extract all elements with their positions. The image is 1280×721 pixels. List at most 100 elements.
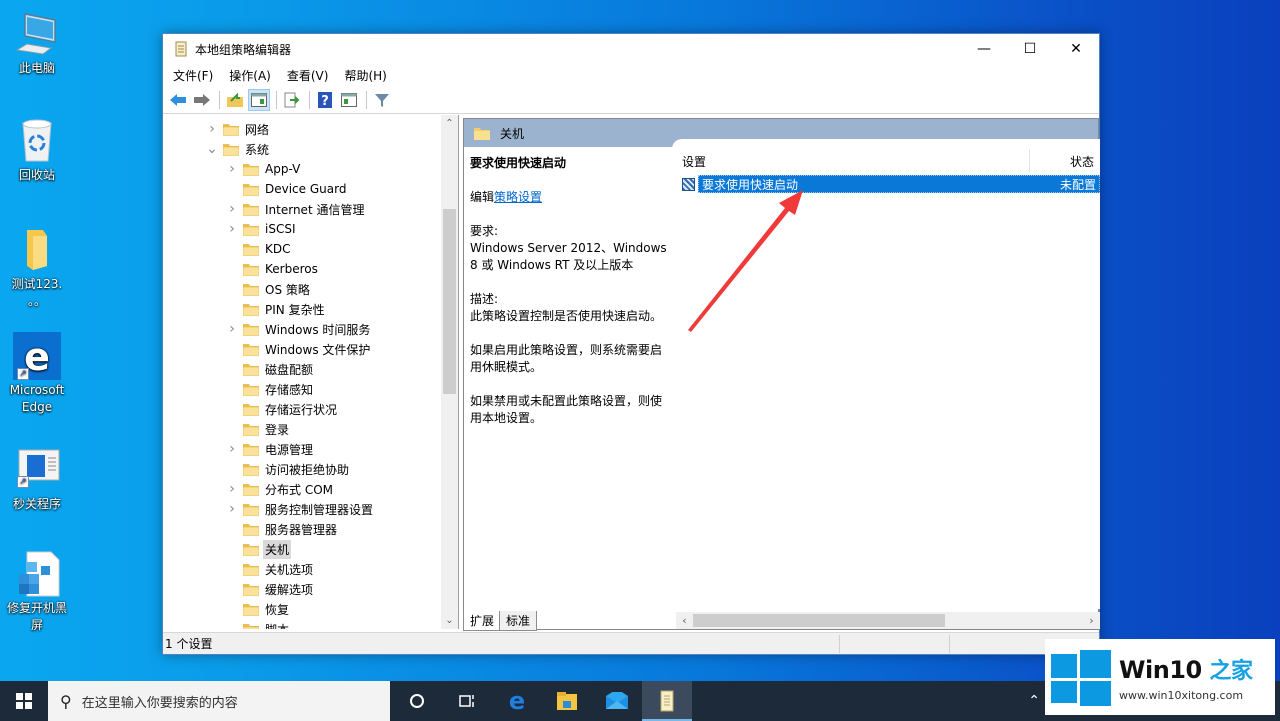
selected-row[interactable]: 要求使用快速启动 未配置 <box>698 175 1100 193</box>
collapse-chevron-icon[interactable]: ⌄ <box>205 141 219 157</box>
task-view-button[interactable] <box>442 681 492 721</box>
tree-item[interactable]: › Internet 通信管理 <box>225 199 364 219</box>
cortana-button[interactable] <box>392 681 442 721</box>
expand-chevron-icon[interactable]: › <box>205 121 219 137</box>
start-button[interactable] <box>0 681 48 721</box>
tree-item[interactable]: 脚本 <box>225 619 289 629</box>
tree-item[interactable]: 缓解选项 <box>225 579 313 599</box>
tree-item[interactable]: › 电源管理 <box>225 439 313 459</box>
title-bar[interactable]: 本地组策略编辑器 — ☐ ✕ <box>163 34 1099 64</box>
tree-item[interactable]: 关机选项 <box>225 559 313 579</box>
tree-item[interactable]: › Windows 时间服务 <box>225 319 370 339</box>
edit-policy-link[interactable]: 策略设置 <box>494 190 542 204</box>
tree-item[interactable]: KDC <box>225 239 291 259</box>
tree-item-label: 登录 <box>265 422 290 437</box>
expand-chevron-icon[interactable]: › <box>225 501 239 517</box>
mail-button[interactable] <box>592 681 642 721</box>
column-header-state[interactable]: 状态 <box>1030 153 1100 170</box>
expand-chevron-icon[interactable]: › <box>225 441 239 457</box>
tree-item[interactable]: › iSCSI <box>225 219 295 239</box>
help-button[interactable]: ? <box>314 89 336 111</box>
folder-icon <box>242 363 260 376</box>
close-button[interactable]: ✕ <box>1053 34 1099 64</box>
folder-icon <box>242 603 260 616</box>
menu-help[interactable]: 帮助(H) <box>336 67 394 84</box>
menu-action[interactable]: 操作(A) <box>221 67 279 84</box>
scroll-left-arrow-icon[interactable]: ‹ <box>676 612 693 629</box>
tree-item[interactable]: PIN 复杂性 <box>225 299 325 319</box>
desktop-icon-test-folder[interactable]: 测试123. 。。 <box>4 226 70 310</box>
registry-file-icon <box>13 550 61 598</box>
minimize-button[interactable]: — <box>961 34 1007 64</box>
file-explorer-icon <box>557 692 577 710</box>
column-header-setting[interactable]: 设置 <box>682 149 1030 173</box>
tree-item[interactable]: Kerberos <box>225 259 318 279</box>
tree-item[interactable]: 服务器管理器 <box>225 519 337 539</box>
desktop-icon-this-pc[interactable]: 此电脑 <box>4 10 70 77</box>
expand-chevron-icon[interactable]: › <box>225 321 239 337</box>
desktop-icon-recycle-bin[interactable]: 回收站 <box>4 117 70 184</box>
tree-item[interactable]: › 服务控制管理器设置 <box>225 499 373 519</box>
maximize-button[interactable]: ☐ <box>1007 34 1053 64</box>
up-folder-icon <box>227 92 243 107</box>
tree-item[interactable]: 关机 <box>225 539 292 559</box>
folder-icon <box>242 483 260 496</box>
filter-button[interactable] <box>371 89 393 111</box>
tree-item[interactable]: › App-V <box>225 159 300 179</box>
forward-button[interactable] <box>191 89 213 111</box>
menu-file[interactable]: 文件(F) <box>165 67 221 84</box>
tree-item[interactable]: 访问被拒绝协助 <box>225 459 349 479</box>
group-policy-taskbar-button[interactable] <box>642 681 692 721</box>
expand-chevron-icon[interactable]: › <box>225 201 239 217</box>
tree-item-label: 脚本 <box>265 621 289 630</box>
edge-taskbar-button[interactable]: e <box>492 681 542 721</box>
tree-item[interactable]: 存储感知 <box>225 379 313 399</box>
tab-standard[interactable]: 标准 <box>499 611 538 631</box>
folder-icon <box>242 283 260 296</box>
scroll-up-arrow-icon[interactable]: ⌃ <box>441 115 458 132</box>
expand-chevron-icon[interactable]: › <box>225 161 239 177</box>
show-action-pane-button[interactable] <box>338 89 360 111</box>
export-list-button[interactable] <box>281 89 303 111</box>
list-horizontal-scrollbar[interactable]: ‹ › <box>676 612 1100 629</box>
tree-item[interactable]: OS 策略 <box>225 279 310 299</box>
tree-item[interactable]: › 分布式 COM <box>225 479 333 499</box>
up-folder-button[interactable] <box>224 89 246 111</box>
scroll-right-arrow-icon[interactable]: › <box>1083 612 1100 629</box>
show-hidden-icons-chevron-icon[interactable]: ⌃ <box>1028 693 1040 709</box>
tree-item[interactable]: Device Guard <box>225 179 346 199</box>
expand-chevron-icon[interactable]: › <box>225 481 239 497</box>
back-button[interactable] <box>167 89 189 111</box>
tab-extended[interactable]: 扩展 <box>463 611 502 631</box>
folder-icon <box>242 583 260 596</box>
export-list-icon <box>284 92 300 107</box>
scrollbar-thumb[interactable] <box>443 209 456 394</box>
scroll-down-arrow-icon[interactable]: ⌄ <box>441 612 458 629</box>
desktop-icon-fix-black-screen[interactable]: 修复开机黑 屏 <box>4 550 70 634</box>
desktop-icon-quick-close[interactable]: ↗ 秒关程序 <box>4 446 70 513</box>
settings-list: 设置 状态 要求使用快速启动 未配置 <box>672 139 1100 609</box>
tree-item[interactable]: ⌄ 系统 <box>205 139 269 159</box>
tree-item[interactable]: 磁盘配额 <box>225 359 313 379</box>
scrollbar-thumb[interactable] <box>693 614 945 627</box>
tree-item[interactable]: 登录 <box>225 419 289 439</box>
tree-item[interactable]: › 网络 <box>205 119 269 139</box>
tree-item[interactable]: 恢复 <box>225 599 289 619</box>
tree-item-label: 服务器管理器 <box>265 522 338 537</box>
svg-text:?: ? <box>321 94 329 108</box>
tree-vertical-scrollbar[interactable]: ⌃ ⌄ <box>441 115 458 629</box>
tree-item-label: 电源管理 <box>265 442 314 457</box>
mail-icon <box>606 692 628 709</box>
search-icon: ⚲ <box>60 691 72 711</box>
cortana-icon <box>410 694 424 708</box>
show-hide-tree-button[interactable] <box>248 88 270 111</box>
tree-item[interactable]: Windows 文件保护 <box>225 339 370 359</box>
desktop-icon-edge[interactable]: e ↗ Microsoft Edge <box>4 332 70 416</box>
file-explorer-button[interactable] <box>542 681 592 721</box>
menu-view[interactable]: 查看(V) <box>279 67 337 84</box>
list-header: 设置 状态 <box>682 149 1100 173</box>
taskbar-search-input[interactable]: ⚲ 在这里输入你要搜索的内容 <box>48 681 390 721</box>
table-row[interactable]: 要求使用快速启动 未配置 <box>682 175 1100 193</box>
tree-item[interactable]: 存储运行状况 <box>225 399 337 419</box>
expand-chevron-icon[interactable]: › <box>225 221 239 237</box>
